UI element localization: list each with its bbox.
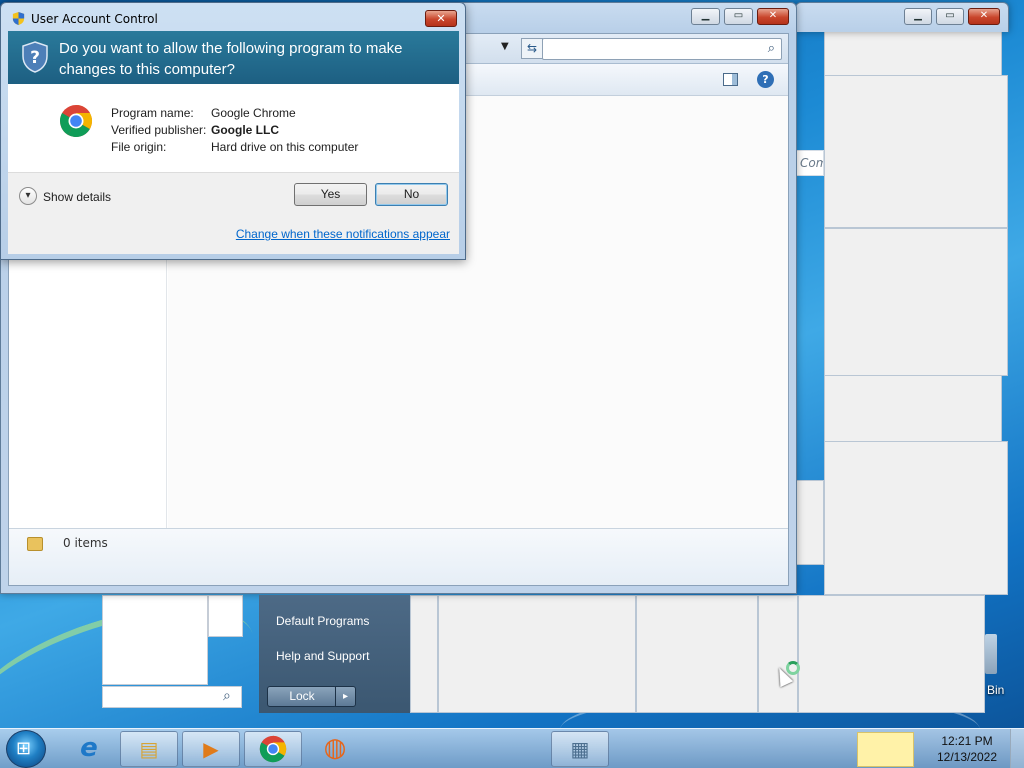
program-info: Program name: Google Chrome Verified pub…: [8, 84, 459, 172]
program-name-value: Google Chrome: [211, 106, 296, 120]
details-pane: 0 items: [9, 528, 788, 585]
ghost-panel: [410, 595, 438, 713]
help-icon[interactable]: ?: [757, 71, 774, 88]
chevron-down-icon[interactable]: ▾: [19, 187, 37, 205]
taskbar-internet-explorer[interactable]: e: [60, 731, 118, 767]
uac-shield-icon: [12, 11, 25, 26]
taskbar-windows-explorer[interactable]: ▤: [120, 731, 178, 767]
start-menu-right-pane: Default Programs Help and Support Lock ▸: [259, 595, 410, 713]
media-player-icon: ▶: [203, 737, 219, 761]
ghost-panel: [824, 75, 1008, 228]
preview-pane-icon[interactable]: [723, 73, 738, 86]
windows-logo-icon: ⊞: [16, 738, 32, 759]
clock-time: 12:21 PM: [941, 734, 993, 748]
notification-area[interactable]: [857, 732, 914, 767]
system-clock[interactable]: 12:21 PM 12/13/2022: [932, 733, 1002, 765]
ghost-panel: [824, 441, 1008, 595]
internet-explorer-icon: e: [80, 733, 98, 763]
close-button[interactable]: ✕: [425, 10, 457, 27]
ghost-search: [102, 686, 242, 708]
item-count: 0 items: [63, 536, 108, 550]
uac-dialog: User Account Control ✕ ? Do you want to …: [0, 2, 466, 260]
chrome-icon: [59, 104, 93, 138]
publisher-value: Google LLC: [211, 123, 279, 137]
no-button[interactable]: No: [375, 183, 448, 206]
start-button[interactable]: ⊞: [6, 730, 46, 768]
file-origin-value: Hard drive on this computer: [211, 140, 359, 154]
show-details-button[interactable]: Show details: [43, 190, 111, 204]
uac-question: Do you want to allow the following progr…: [59, 40, 403, 78]
folder-icon: [27, 537, 43, 551]
lock-options-arrow[interactable]: ▸: [335, 686, 356, 707]
column-header-label: Com: [800, 156, 823, 170]
maximize-button[interactable]: ▭: [724, 8, 753, 25]
close-button[interactable]: ✕: [968, 8, 1000, 25]
ghost-panel: [798, 595, 985, 713]
recycle-bin-label[interactable]: Bin: [987, 683, 1004, 697]
clock-date: 12/13/2022: [936, 750, 998, 764]
uac-footer: ▾ Show details Yes No Change when these …: [8, 172, 459, 254]
maximize-button[interactable]: ▭: [936, 8, 964, 25]
search-input[interactable]: ⌕: [542, 38, 782, 60]
ghost-panel: [438, 595, 636, 713]
refresh-icon[interactable]: ⇆: [521, 38, 543, 59]
svg-text:?: ?: [30, 48, 40, 68]
change-notifications-link[interactable]: Change when these notifications appear: [236, 227, 450, 241]
lock-button[interactable]: Lock: [267, 686, 337, 707]
publisher-label: Verified publisher:: [111, 123, 207, 137]
close-button[interactable]: ✕: [757, 8, 789, 25]
dropdown-arrow-icon[interactable]: ▼: [501, 41, 509, 52]
taskbar-firefox[interactable]: ◍: [306, 731, 364, 767]
ghost-panel: [758, 595, 798, 713]
ghost-panel: [102, 595, 208, 685]
folder-icon: ▤: [139, 737, 159, 761]
search-icon: ⌕: [767, 41, 775, 56]
firefox-icon: ◍: [323, 733, 347, 763]
taskbar-chrome[interactable]: [244, 731, 302, 767]
minimize-button[interactable]: ▁: [904, 8, 932, 25]
chrome-icon: [259, 735, 287, 763]
column-header[interactable]: Com: [796, 150, 824, 176]
dialog-title: User Account Control: [31, 12, 158, 26]
yes-button[interactable]: Yes: [294, 183, 367, 206]
minimize-button[interactable]: ▁: [691, 8, 720, 25]
search-icon: ⌕: [223, 688, 231, 704]
taskbar-media-player[interactable]: ▶: [182, 731, 240, 767]
ghost-panel: [824, 228, 1008, 376]
background-window[interactable]: ▁ ▭ ✕: [795, 2, 1009, 32]
ghost-panel: [796, 480, 824, 565]
ghost-panel: [208, 595, 243, 637]
program-name-label: Program name:: [111, 106, 194, 120]
ghost-panel: [636, 595, 758, 713]
taskbar-calculator[interactable]: ▦: [551, 731, 609, 767]
taskbar: ⊞ e ▤ ▶ ◍ ▦ 12:21 PM 12/13/2022: [0, 728, 1024, 768]
start-item-help-support[interactable]: Help and Support: [276, 649, 369, 663]
file-origin-label: File origin:: [111, 140, 167, 154]
show-desktop-button[interactable]: [1010, 729, 1024, 768]
recycle-bin-icon[interactable]: [985, 634, 997, 674]
question-shield-icon: ?: [22, 41, 48, 73]
uac-banner: ? Do you want to allow the following pro…: [8, 31, 459, 84]
start-item-default-programs[interactable]: Default Programs: [276, 614, 369, 628]
calculator-icon: ▦: [570, 737, 590, 761]
